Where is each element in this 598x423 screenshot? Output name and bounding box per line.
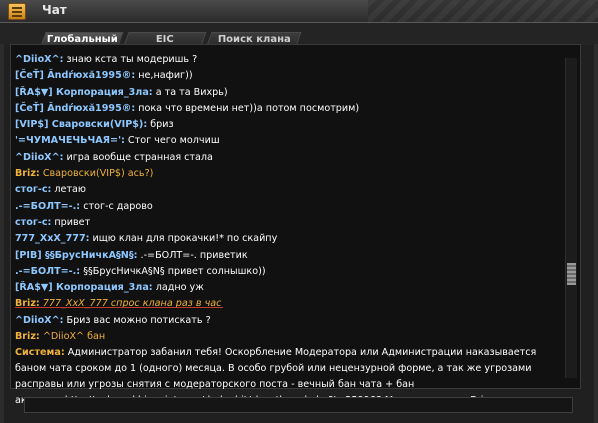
title-decoration	[368, 0, 598, 22]
chat-input[interactable]	[25, 401, 572, 416]
sender-name[interactable]: ^DiioX^:	[15, 54, 63, 65]
chat-window-icon[interactable]	[8, 3, 26, 20]
sender-name[interactable]: стог-с:	[15, 184, 51, 195]
chat-message: ^DiioX^: игра вообще странная стала	[15, 150, 560, 166]
chat-message: стог-с: привет	[15, 215, 560, 231]
chat-message: [ČeŤ] Ăndŕюxă1995®: не,нафиг))	[15, 68, 560, 84]
sender-name[interactable]: ^DiioX^:	[15, 315, 63, 326]
sender-name[interactable]: [PIB] §§БрусНичкА§N§:	[15, 250, 137, 261]
frame-right	[594, 44, 598, 423]
moderator-name[interactable]: Briz:	[15, 168, 40, 179]
message-text: игра вообще странная стала	[63, 151, 213, 163]
message-text: не,нафиг))	[135, 70, 193, 82]
chat-message: ^DiioX^: знаю кста ты модеришь ?	[15, 52, 560, 68]
message-text: .-=БОЛТ=-. приветик	[137, 249, 248, 261]
sender-name[interactable]: .-=БОЛТ=-.:	[15, 266, 80, 277]
message-text: знаю кста ты модеришь ?	[63, 54, 198, 65]
message-text: а та та Вихрь)	[152, 86, 228, 98]
sender-name[interactable]: 777_XxX_777:	[15, 233, 89, 244]
chat-window: Чат Глобальный EIC Поиск клана ^DiioX^: …	[0, 0, 598, 423]
chat-message: '=ЧУМАЧЕЧЬЧАЯ=': Стог чего молчиш	[15, 133, 560, 149]
message-list: ^DiioX^: знаю кста ты модеришь ? [ČeŤ] Ăn…	[15, 52, 560, 409]
sender-name[interactable]: [ČeŤ] Ăndŕюxă1995®:	[15, 70, 135, 81]
message-text: §§БрусНичкА§N§ привет солнышко))	[80, 265, 266, 277]
message-text: стог-с дарово	[80, 200, 153, 212]
sender-name[interactable]: '=ЧУМАЧЕЧЬЧАЯ=':	[15, 135, 125, 146]
sender-name[interactable]: стог-с:	[15, 217, 51, 228]
message-text: привет	[51, 216, 91, 228]
sender-name[interactable]: .-=БОЛТ=-.:	[15, 201, 80, 212]
message-text: пока что времени нет))а потом посмотрим)	[135, 102, 360, 114]
scrollbar-thumb[interactable]	[567, 263, 576, 285]
system-label: Система:	[15, 347, 65, 359]
chat-message: [VIP$] Сваровски(VIP$): бриз	[15, 117, 560, 133]
message-text: Бриз вас можно потискать ?	[63, 314, 211, 326]
chat-message: [ŘA$▼] Корпорация_3ла: а та та Вихрь)	[15, 85, 560, 101]
chat-message: [ČeŤ] Ăndŕюxă1995®: пока что времени нет…	[15, 101, 560, 117]
chat-message: ^DiioX^: Бриз вас можно потискать ?	[15, 313, 560, 329]
frame-left	[0, 44, 4, 423]
window-title: Чат	[42, 3, 67, 17]
sender-name[interactable]: ^DiioX^:	[15, 152, 63, 163]
message-text: бриз	[147, 119, 174, 131]
moderator-name[interactable]: Briz:	[15, 331, 40, 342]
chat-message: Briz: 777_XxX_777 спрос клана раз в час	[15, 296, 560, 312]
chat-message: 777_XxX_777: ищю клан для прокачки!* по …	[15, 231, 560, 247]
message-text: ладно уж	[152, 282, 204, 294]
chat-scrollbar[interactable]	[565, 58, 577, 378]
chat-input-box[interactable]	[24, 397, 573, 416]
chat-message: .-=БОЛТ=-.: стог-с дарово	[15, 199, 560, 215]
chat-message: Briz: Сваровски(VIP$) ась?)	[15, 166, 560, 182]
chat-message: Briz: ^DiioX^ бан	[15, 329, 560, 345]
tab-bar: Глобальный EIC Поиск клана	[0, 23, 598, 46]
chat-message: [ŘA$▼] Корпорация_3ла: ладно уж	[15, 280, 560, 296]
message-text: ищю клан для прокачки!* по скайпу	[89, 233, 278, 245]
sender-name[interactable]: [VIP$] Сваровски(VIP$):	[15, 119, 147, 130]
message-text: Сваровски(VIP$) ась?)	[39, 168, 154, 180]
sender-name[interactable]: [ŘA$▼] Корпорация_3ла:	[15, 282, 153, 293]
message-text: ^DiioX^ бан	[39, 331, 106, 343]
sender-name[interactable]: [ŘA$▼] Корпорация_3ла:	[15, 87, 153, 98]
title-bar[interactable]: Чат	[0, 0, 598, 23]
chat-message: [PIB] §§БрусНичкА§N§: .-=БОЛТ=-. привети…	[15, 248, 560, 264]
chat-message: стог-с: летаю	[15, 182, 560, 198]
message-text: Стог чего молчиш	[124, 135, 220, 147]
sender-name[interactable]: [ČeŤ] Ăndŕюxă1995®:	[15, 103, 135, 114]
chat-message: .-=БОЛТ=-.: §§БрусНичкА§N§ привет солныш…	[15, 264, 560, 280]
message-text: летаю	[51, 184, 86, 196]
message-underline	[15, 307, 223, 308]
